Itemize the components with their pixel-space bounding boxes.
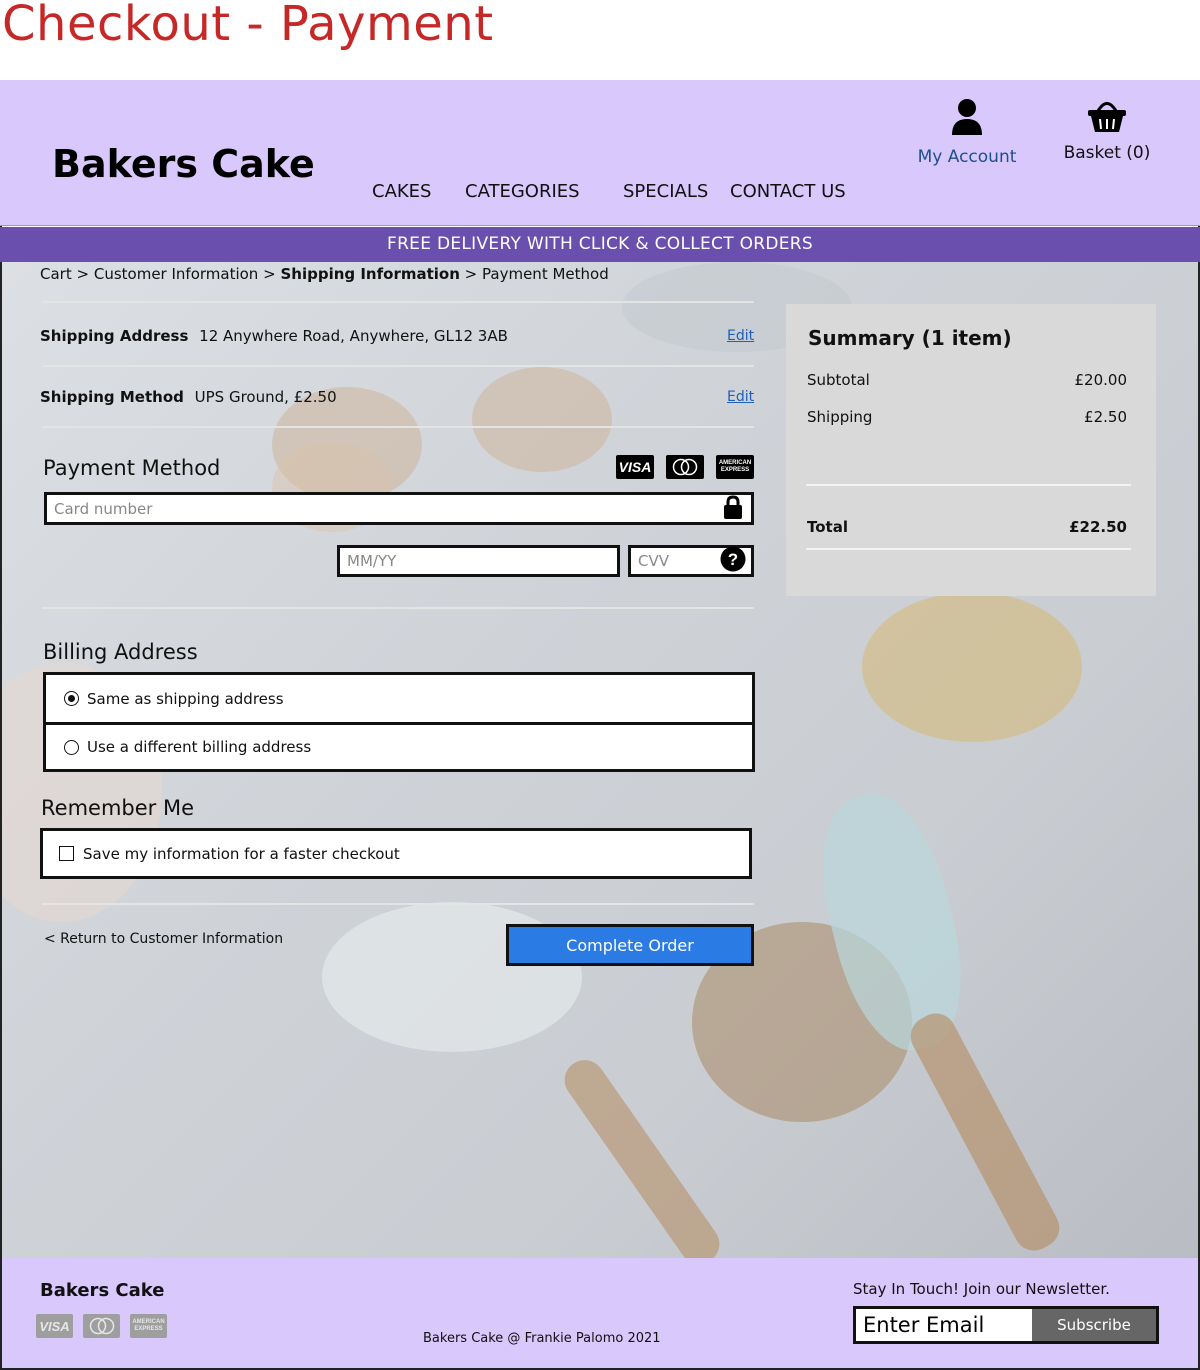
mastercard-icon <box>666 455 704 479</box>
nav-contact-us[interactable]: CONTACT US <box>730 181 846 202</box>
order-summary: Summary (1 item) Subtotal £20.00 Shippin… <box>786 304 1156 596</box>
billing-address-title: Billing Address <box>43 640 198 664</box>
remember-me-checkbox[interactable] <box>59 846 74 861</box>
breadcrumb-separator: > <box>464 265 478 283</box>
visa-icon: VISA <box>36 1314 73 1338</box>
subtotal-row: Subtotal £20.00 <box>807 371 1127 389</box>
subscribe-button[interactable]: Subscribe <box>1032 1309 1156 1341</box>
shipping-label: Shipping <box>807 408 873 426</box>
help-icon[interactable]: ? <box>720 546 746 576</box>
nav-cakes[interactable]: CAKES <box>372 181 431 202</box>
promo-banner: FREE DELIVERY WITH CLICK & COLLECT ORDER… <box>0 227 1200 262</box>
shipping-row: Shipping £2.50 <box>807 408 1127 426</box>
basket-link[interactable]: Basket (0) <box>1056 98 1158 163</box>
radio-selected[interactable] <box>64 691 79 706</box>
page-heading: Checkout - Payment <box>2 0 494 52</box>
basket-icon <box>1086 102 1128 138</box>
billing-different-option[interactable]: Use a different billing address <box>46 722 752 769</box>
edit-shipping-method-link[interactable]: Edit <box>727 389 754 405</box>
footer-brand: Bakers Cake <box>40 1280 165 1301</box>
footer-card-logos: VISA AMERICAN EXPRESS <box>36 1314 167 1338</box>
newsletter-label: Stay In Touch! Join our Newsletter. <box>853 1280 1110 1298</box>
divider <box>42 301 754 303</box>
basket-label: Basket (0) <box>1063 143 1151 163</box>
expiry-input[interactable]: MM/YY <box>337 545 620 577</box>
total-value: £22.50 <box>1069 518 1127 536</box>
total-label: Total <box>807 518 848 536</box>
user-icon <box>951 99 983 140</box>
card-number-input[interactable]: Card number <box>44 492 754 525</box>
breadcrumb-payment-method: Payment Method <box>482 265 609 283</box>
shipping-address-value: 12 Anywhere Road, Anywhere, GL12 3AB <box>199 327 508 345</box>
shipping-method-label: Shipping Method <box>40 388 184 406</box>
shipping-value: £2.50 <box>1084 408 1127 426</box>
visa-icon: VISA <box>616 455 654 479</box>
radio-unselected[interactable] <box>64 739 79 755</box>
total-row: Total £22.50 <box>807 518 1127 536</box>
billing-same-label: Same as shipping address <box>87 689 284 708</box>
breadcrumb-cart[interactable]: Cart <box>40 265 72 283</box>
payment-method-title: Payment Method <box>43 456 221 480</box>
billing-different-label: Use a different billing address <box>87 738 312 756</box>
shipping-address-label: Shipping Address <box>40 327 189 345</box>
expiry-placeholder: MM/YY <box>347 552 397 570</box>
accepted-cards: VISA AMERICAN EXPRESS <box>616 455 754 479</box>
subtotal-label: Subtotal <box>807 371 870 389</box>
subtotal-value: £20.00 <box>1074 371 1128 389</box>
my-account-label: My Account <box>917 147 1017 167</box>
edit-shipping-address-link[interactable]: Edit <box>727 328 754 344</box>
remember-me-label: Save my information for a faster checkou… <box>83 844 400 863</box>
shipping-address-row: Shipping Address 12 Anywhere Road, Anywh… <box>40 327 508 345</box>
billing-options: Same as shipping address Use a different… <box>43 672 755 772</box>
svg-text:?: ? <box>728 550 738 569</box>
my-account-link[interactable]: My Account <box>912 98 1022 167</box>
complete-order-button[interactable]: Complete Order <box>506 924 754 966</box>
nav-categories[interactable]: CATEGORIES <box>465 181 580 202</box>
breadcrumb-separator: > <box>263 265 276 283</box>
divider <box>42 365 754 367</box>
amex-icon: AMERICAN EXPRESS <box>130 1314 167 1338</box>
divider <box>42 607 754 609</box>
breadcrumb: Cart > Customer Information > Shipping I… <box>40 265 609 283</box>
shipping-method-row: Shipping Method UPS Ground, £2.50 <box>40 388 337 406</box>
shipping-method-value: UPS Ground, £2.50 <box>194 388 337 406</box>
breadcrumb-customer-info[interactable]: Customer Information <box>94 265 258 283</box>
remember-me-option[interactable]: Save my information for a faster checkou… <box>43 831 749 876</box>
site-brand[interactable]: Bakers Cake <box>52 142 315 186</box>
newsletter-form: Enter Email Subscribe <box>853 1306 1159 1344</box>
lock-icon <box>723 494 743 523</box>
breadcrumb-separator: > <box>76 265 90 283</box>
nav-specials[interactable]: SPECIALS <box>623 181 708 202</box>
cvv-placeholder: CVV <box>638 552 669 570</box>
billing-same-option[interactable]: Same as shipping address <box>46 675 752 722</box>
remember-me-box: Save my information for a faster checkou… <box>40 828 752 879</box>
breadcrumb-shipping-info[interactable]: Shipping Information <box>280 265 459 283</box>
divider <box>42 426 754 428</box>
newsletter-email-input[interactable]: Enter Email <box>856 1309 1032 1341</box>
summary-divider <box>806 548 1131 550</box>
return-to-customer-info-link[interactable]: < Return to Customer Information <box>44 931 283 947</box>
summary-divider <box>806 484 1131 486</box>
summary-title: Summary (1 item) <box>808 326 1012 350</box>
card-number-placeholder: Card number <box>54 499 153 518</box>
mastercard-icon <box>83 1314 120 1338</box>
cvv-input[interactable]: CVV ? <box>628 545 754 577</box>
amex-icon: AMERICAN EXPRESS <box>716 455 754 479</box>
remember-me-title: Remember Me <box>41 796 194 820</box>
divider <box>42 903 754 905</box>
copyright: Bakers Cake @ Frankie Palomo 2021 <box>423 1331 661 1346</box>
